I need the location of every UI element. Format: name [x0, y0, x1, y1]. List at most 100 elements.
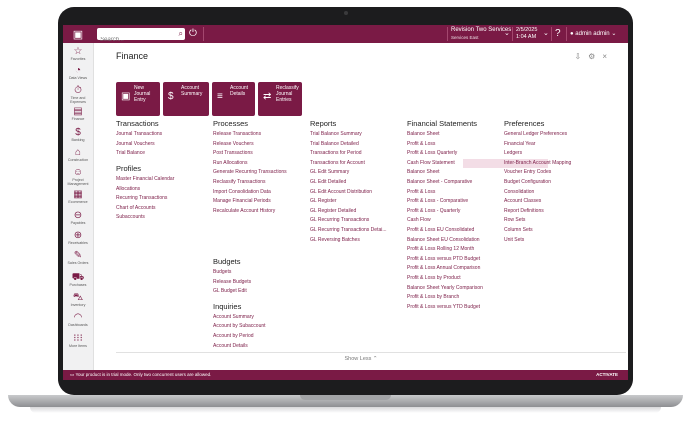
link-generate-recurring-transactions[interactable]: Generate Recurring Transactions [213, 169, 287, 175]
link-budgets[interactable]: Budgets [213, 269, 231, 275]
link-profit-loss[interactable]: Profit & Loss [407, 141, 435, 147]
link-trial-balance[interactable]: Trial Balance [116, 150, 145, 156]
link-column-sets[interactable]: Column Sets [504, 227, 533, 233]
link-consolidation[interactable]: Consolidation [504, 189, 534, 195]
nav-item-project-management[interactable]: ☺ Project Management [63, 167, 93, 186]
link-row-sets[interactable]: Row Sets [504, 217, 525, 223]
link-balance-sheet-comparative[interactable]: Balance Sheet - Comparative [407, 179, 472, 185]
account-summary-button[interactable]: $ Account Summary [163, 82, 209, 116]
link-report-definitions[interactable]: Report Definitions [504, 208, 544, 214]
reclassify-journal-entries-button[interactable]: ⇄ Reclassify Journal Entries [258, 82, 302, 116]
link-profit-loss-comparative[interactable]: Profit & Loss - Comparative [407, 198, 468, 204]
link-account-summary[interactable]: Account Summary [213, 314, 254, 320]
nav-item-finance[interactable]: ▤ Finance [63, 106, 93, 121]
link-unit-sets[interactable]: Unit Sets [504, 237, 524, 243]
help-icon[interactable]: ? [555, 27, 561, 41]
link-account-by-period[interactable]: Account by Period [213, 333, 254, 339]
link-journal-transactions[interactable]: Journal Transactions [116, 131, 162, 137]
link-profit-loss[interactable]: Profit & Loss [407, 189, 435, 195]
activate-link[interactable]: ACTIVATE [596, 370, 618, 380]
link-voucher-entry-codes[interactable]: Voucher Entry Codes [504, 169, 551, 175]
pin-icon[interactable]: ⇩ [574, 52, 588, 61]
link-account-classes[interactable]: Account Classes [504, 198, 541, 204]
link-import-consolidation-data[interactable]: Import Consolidation Data [213, 189, 271, 195]
link-gl-edit-summary[interactable]: GL Edit Summary [310, 169, 349, 175]
link-profit-loss-annual-comparison[interactable]: Profit & Loss Annual Comparison [407, 265, 480, 271]
link-budget-configuration[interactable]: Budget Configuration [504, 179, 551, 185]
link-release-vouchers[interactable]: Release Vouchers [213, 141, 254, 147]
link-trial-balance-detailed[interactable]: Trial Balance Detailed [310, 141, 359, 147]
link-balance-sheet-yearly-comparison[interactable]: Balance Sheet Yearly Comparison [407, 285, 483, 291]
link-release-transactions[interactable]: Release Transactions [213, 131, 261, 137]
nav-item-sales-orders[interactable]: ✎ Sales Orders [63, 250, 93, 265]
link-recurring-transactions[interactable]: Recurring Transactions [116, 195, 167, 201]
nav-item-ecommerce[interactable]: ▦ Ecommerce [63, 189, 93, 204]
link-cash-flow-statement[interactable]: Cash Flow Statement [407, 160, 455, 166]
link-release-budgets[interactable]: Release Budgets [213, 279, 251, 285]
search-box[interactable]: ⌕ [97, 28, 185, 46]
nav-item-time-and-expenses[interactable]: ⏱ Time and Expenses [63, 85, 93, 104]
search-icon[interactable]: ⌕ [179, 28, 183, 40]
link-gl-register-detailed[interactable]: GL Register Detailed [310, 208, 356, 214]
account-details-button[interactable]: ≡ Account Details [212, 82, 255, 116]
link-run-allocations[interactable]: Run Allocations [213, 160, 247, 166]
chevron-down-icon[interactable]: ⌄ [504, 29, 510, 37]
nav-item-more-items[interactable]: ⁝⁝⁝ More Items [63, 333, 93, 348]
link-balance-sheet[interactable]: Balance Sheet [407, 131, 440, 137]
link-balance-sheet-eu-consolidation[interactable]: Balance Sheet EU Consolidation [407, 237, 480, 243]
nav-item-purchases[interactable]: ⛟ Purchases [63, 272, 93, 287]
user-menu[interactable]: ● admin admin ⌄ [570, 28, 616, 40]
power-icon[interactable]: ⏻ [189, 27, 197, 41]
link-trial-balance-summary[interactable]: Trial Balance Summary [310, 131, 362, 137]
gear-icon[interactable]: ⚙ [588, 52, 602, 61]
link-profit-loss-by-branch[interactable]: Profit & Loss by Branch [407, 294, 459, 300]
chevron-down-icon[interactable]: ⌄ [543, 29, 549, 37]
link-gl-budget-edit[interactable]: GL Budget Edit [213, 288, 247, 294]
link-master-financial-calendar[interactable]: Master Financial Calendar [116, 176, 174, 182]
link-recalculate-account-history[interactable]: Recalculate Account History [213, 208, 275, 214]
link-profit-loss-rolling-12-month[interactable]: Profit & Loss Rolling 12 Month [407, 246, 474, 252]
company-selector[interactable]: Revision Two Services Services East [451, 27, 511, 41]
nav-item-inventory[interactable]: ⛍ Inventory [63, 292, 93, 307]
link-transactions-for-account[interactable]: Transactions for Account [310, 160, 365, 166]
business-date[interactable]: 2/5/2025 1:04 AM [516, 27, 537, 41]
link-gl-recurring-transactions[interactable]: GL Recurring Transactions [310, 217, 369, 223]
link-profit-loss-by-product[interactable]: Profit & Loss by Product [407, 275, 461, 281]
link-profit-loss-versus-ptd-budget[interactable]: Profit & Loss versus PTD Budget [407, 256, 480, 262]
link-cash-flow[interactable]: Cash Flow [407, 217, 431, 223]
link-profit-loss-quarterly[interactable]: Profit & Loss Quarterly [407, 150, 457, 156]
link-profit-loss-versus-ytd-budget[interactable]: Profit & Loss versus YTD Budget [407, 304, 480, 310]
link-journal-vouchers[interactable]: Journal Vouchers [116, 141, 155, 147]
link-subaccounts[interactable]: Subaccounts [116, 214, 145, 220]
link-profit-loss-eu-consolidated[interactable]: Profit & Loss EU Consolidated [407, 227, 474, 233]
link-gl-register[interactable]: GL Register [310, 198, 337, 204]
nav-item-receivables[interactable]: ⊕ Receivables [63, 230, 93, 245]
nav-item-favorites[interactable]: ☆ Favorites [63, 46, 93, 61]
link-manage-financial-periods[interactable]: Manage Financial Periods [213, 198, 271, 204]
link-ledgers[interactable]: Ledgers [504, 150, 522, 156]
link-gl-edit-detailed[interactable]: GL Edit Detailed [310, 179, 346, 185]
link-account-by-subaccount[interactable]: Account by Subaccount [213, 323, 266, 329]
link-transactions-for-period[interactable]: Transactions for Period [310, 150, 362, 156]
show-less-button[interactable]: Show Less ⌃ [94, 356, 628, 362]
close-icon[interactable]: × [602, 52, 614, 61]
nav-item-payables[interactable]: ⊖ Payables [63, 210, 93, 225]
new-journal-entry-button[interactable]: ▣ New Journal Entry [116, 82, 160, 116]
link-reclassify-transactions[interactable]: Reclassify Transactions [213, 179, 266, 185]
link-inter-branch-account-mapping[interactable]: Inter-Branch Account Mapping [504, 160, 571, 166]
nav-item-construction[interactable]: ⌂ Construction [63, 147, 93, 162]
link-post-transactions[interactable]: Post Transactions [213, 150, 253, 156]
nav-item-dashboards[interactable]: ◠ Dashboards [63, 312, 93, 327]
link-gl-reversing-batches[interactable]: GL Reversing Batches [310, 237, 360, 243]
link-financial-year[interactable]: Financial Year [504, 141, 535, 147]
link-account-details[interactable]: Account Details [213, 343, 248, 349]
link-profit-loss-quarterly[interactable]: Profit & Loss - Quarterly [407, 208, 460, 214]
link-balance-sheet[interactable]: Balance Sheet [407, 169, 440, 175]
link-general-ledger-preferences[interactable]: General Ledger Preferences [504, 131, 567, 137]
link-chart-of-accounts[interactable]: Chart of Accounts [116, 205, 155, 211]
link-gl-recurring-transactions-detai[interactable]: GL Recurring Transactions Detai... [310, 227, 387, 233]
nav-item-data-views[interactable]: ◔ Data Views [63, 65, 93, 80]
link-gl-edit-account-distribution[interactable]: GL Edit Account Distribution [310, 189, 372, 195]
link-allocations[interactable]: Allocations [116, 186, 140, 192]
nav-item-banking[interactable]: $ Banking [63, 127, 93, 142]
